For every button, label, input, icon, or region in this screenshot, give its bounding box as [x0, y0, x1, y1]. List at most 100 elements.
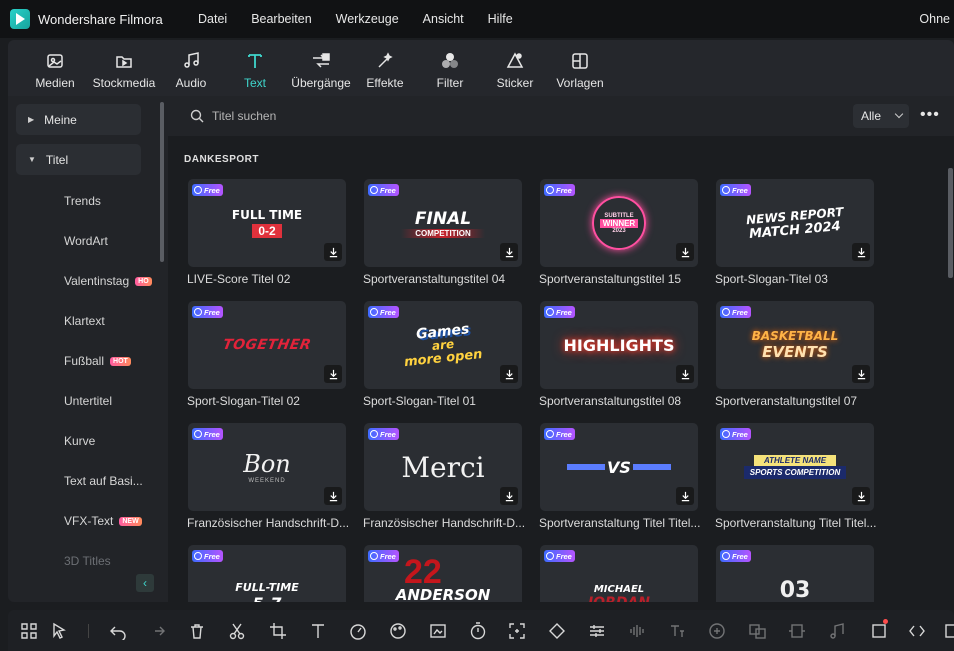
tab-uebergaenge[interactable]: Übergänge	[288, 40, 354, 90]
select-arrow-button[interactable]	[51, 622, 69, 640]
download-button[interactable]	[852, 243, 870, 261]
menu-werkzeuge[interactable]: Werkzeuge	[336, 12, 399, 26]
title-card[interactable]: Games are more open Free	[364, 301, 522, 389]
title-library: Alle ••• DANKESPORT FULL TIME 0-2 Free LI…	[168, 96, 954, 602]
tab-vorlagen[interactable]: Vorlagen	[546, 40, 614, 90]
download-button[interactable]	[324, 487, 342, 505]
redo-button[interactable]	[148, 622, 166, 640]
title-card[interactable]: FINAL COMPETITION Free	[364, 179, 522, 267]
transition-icon	[313, 53, 330, 68]
download-icon	[329, 247, 337, 257]
split-button[interactable]	[788, 622, 806, 640]
code-icon	[909, 625, 925, 637]
title-card[interactable]: FULL-TIME5-7 Free	[188, 545, 346, 602]
download-button[interactable]	[676, 487, 694, 505]
timer-button[interactable]	[469, 622, 487, 640]
ai-image-button[interactable]	[429, 622, 447, 640]
preview-text: more open	[403, 346, 483, 371]
sidebar-item-kurve[interactable]: Kurve	[64, 434, 95, 448]
menu-bearbeiten[interactable]: Bearbeiten	[251, 12, 311, 26]
title-card[interactable]: SUBTITLE WINNER 2023 Free	[540, 179, 698, 267]
sidebar-item-3d-titles[interactable]: 3D Titles	[64, 554, 111, 568]
audio-wave-button[interactable]	[628, 622, 646, 640]
title-card[interactable]: Merci Free	[364, 423, 522, 511]
title-card[interactable]: TOGETHER Free	[188, 301, 346, 389]
undo-button[interactable]	[109, 622, 127, 642]
music-beat-icon	[830, 623, 844, 639]
project-name[interactable]: Ohne	[919, 12, 950, 26]
download-button[interactable]	[852, 487, 870, 505]
title-card[interactable]: 03MICHAEL Free	[716, 545, 874, 602]
more-options-button[interactable]: •••	[920, 106, 940, 124]
color-palette-button[interactable]	[389, 622, 407, 640]
menu-hilfe[interactable]: Hilfe	[488, 12, 513, 26]
cut-button[interactable]	[228, 622, 246, 640]
code-button[interactable]	[908, 622, 926, 640]
keyframe-button[interactable]	[548, 622, 566, 640]
auto-reframe-button[interactable]	[508, 622, 526, 640]
sidebar-item-trends[interactable]: Trends	[64, 194, 101, 208]
preview-text: FULL-TIME	[235, 581, 299, 594]
menu-datei[interactable]: Datei	[198, 12, 227, 26]
download-button[interactable]	[500, 487, 518, 505]
download-button[interactable]	[324, 365, 342, 383]
preview-text: MICHAEL	[593, 583, 645, 595]
filter-dropdown[interactable]: Alle	[853, 104, 909, 128]
sidebar-group-meine[interactable]: ▶ Meine	[16, 104, 141, 135]
collapse-sidebar-button[interactable]: ‹	[136, 574, 154, 592]
sidebar-scrollbar[interactable]	[160, 102, 164, 262]
tab-audio[interactable]: Audio	[160, 40, 222, 90]
title-card[interactable]: MICHAELJORDAN Free	[540, 545, 698, 602]
title-card[interactable]: HIGHLIGHTS Free	[540, 301, 698, 389]
title-card[interactable]: BASKETBALL EVENTS Free	[716, 301, 874, 389]
stt-button[interactable]	[708, 622, 726, 640]
music-beat-button[interactable]	[828, 622, 846, 640]
tab-stockmedia[interactable]: Stockmedia	[88, 40, 160, 90]
preview-text: ATHLETE NAME	[753, 455, 837, 466]
download-button[interactable]	[852, 365, 870, 383]
sidebar-item-text-auf-basis[interactable]: Text auf Basi...	[64, 474, 143, 488]
menu-ansicht[interactable]: Ansicht	[423, 12, 464, 26]
tab-filter[interactable]: Filter	[416, 40, 484, 90]
sidebar-item-wordart[interactable]: WordArt	[64, 234, 108, 248]
title-card[interactable]: 22 ANDERSON Free	[364, 545, 522, 602]
title-card[interactable]: VS Free	[540, 423, 698, 511]
preview-text: EVENTS	[762, 343, 828, 361]
chevron-down-icon	[894, 109, 904, 119]
sidebar-group-titel[interactable]: ▼ Titel	[16, 144, 141, 175]
more-button[interactable]	[944, 622, 954, 640]
sidebar-item-valentinstag[interactable]: Valentinstag HO	[64, 274, 152, 288]
sidebar-item-klartext[interactable]: Klartext	[64, 314, 105, 328]
adjust-button[interactable]	[588, 622, 606, 640]
tab-text[interactable]: Text	[222, 40, 288, 90]
tab-effekte[interactable]: Effekte	[354, 40, 416, 90]
title-card-label: Französischer Handschrift-D...	[187, 516, 350, 530]
sidebar-item-fussball[interactable]: Fußball HOT	[64, 354, 131, 368]
download-button[interactable]	[676, 243, 694, 261]
sidebar-item-untertitel[interactable]: Untertitel	[64, 394, 112, 408]
title-card[interactable]: ATHLETE NAME SPORTS COMPETITION Free	[716, 423, 874, 511]
crop-button[interactable]	[269, 622, 287, 640]
download-button[interactable]	[500, 243, 518, 261]
rectangle-button[interactable]	[870, 622, 888, 640]
speed-icon	[350, 624, 366, 640]
download-button[interactable]	[324, 243, 342, 261]
sidebar-item-vfx-text[interactable]: VFX-Text NEW	[64, 514, 142, 528]
grid-button[interactable]	[20, 622, 38, 640]
translate-button[interactable]	[748, 622, 766, 640]
delete-button[interactable]	[188, 622, 206, 640]
content-scrollbar[interactable]	[948, 168, 953, 278]
title-card[interactable]: NEWS REPORT MATCH 2024 Free	[716, 179, 874, 267]
tab-medien[interactable]: Medien	[22, 40, 88, 90]
speed-button[interactable]	[349, 622, 367, 640]
download-icon	[681, 247, 689, 257]
tab-sticker[interactable]: Sticker	[484, 40, 546, 90]
text-tool-button[interactable]	[309, 622, 327, 640]
download-button[interactable]	[676, 365, 694, 383]
tts-button[interactable]	[668, 622, 686, 640]
title-card[interactable]: Bon WEEKEND Free	[188, 423, 346, 511]
select-arrow-icon	[53, 622, 66, 639]
title-card[interactable]: FULL TIME 0-2 Free	[188, 179, 346, 267]
download-button[interactable]	[500, 365, 518, 383]
search-input[interactable]	[212, 107, 512, 125]
